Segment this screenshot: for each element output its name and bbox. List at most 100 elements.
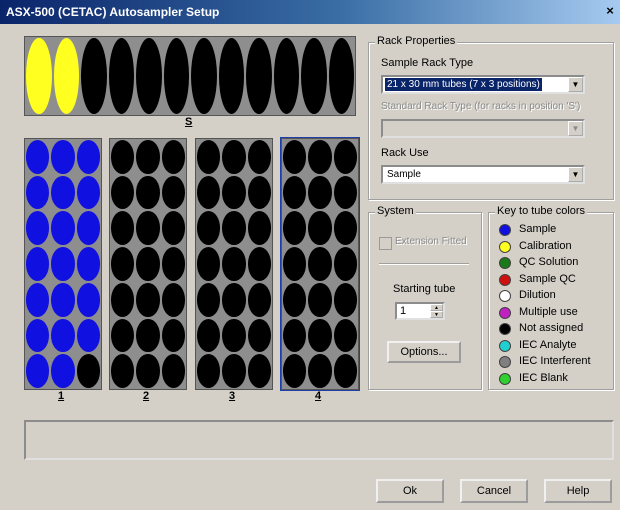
rack-tube[interactable] (111, 140, 135, 174)
standard-tube[interactable] (81, 38, 107, 114)
rack-tube[interactable] (308, 282, 332, 317)
options-button[interactable]: Options... (387, 341, 461, 363)
standard-tube[interactable] (136, 38, 162, 114)
rack-tube[interactable] (308, 247, 332, 281)
rack-tube[interactable] (283, 211, 307, 246)
rack-tube[interactable] (333, 247, 357, 281)
rack-tube[interactable] (247, 282, 271, 317)
rack-tube[interactable] (283, 354, 307, 388)
rack-tube[interactable] (136, 211, 160, 246)
rack-tube[interactable] (76, 247, 100, 281)
rack-tube[interactable] (333, 140, 357, 174)
rack-tube[interactable] (283, 247, 307, 281)
rack-tube[interactable] (111, 211, 135, 246)
rack-tube[interactable] (76, 140, 100, 174)
rack-tube[interactable] (222, 211, 246, 246)
rack-tube[interactable] (51, 282, 75, 317)
rack-tube[interactable] (51, 175, 75, 210)
rack-tube[interactable] (51, 140, 75, 174)
rack-tube[interactable] (308, 318, 332, 353)
rack-tube[interactable] (333, 354, 357, 388)
rack-tube[interactable] (111, 282, 135, 317)
rack-tube[interactable] (51, 211, 75, 246)
rack-tube[interactable] (111, 354, 135, 388)
rack-tube[interactable] (222, 247, 246, 281)
standard-tube[interactable] (191, 38, 217, 114)
rack-tube[interactable] (247, 354, 271, 388)
rack-tube[interactable] (51, 318, 75, 353)
cancel-button[interactable]: Cancel (460, 479, 528, 503)
rack-tube[interactable] (161, 211, 185, 246)
rack-tube[interactable] (161, 318, 185, 353)
rack-tube[interactable] (161, 282, 185, 317)
rack-tube[interactable] (26, 354, 50, 388)
rack-tube[interactable] (197, 247, 221, 281)
chevron-down-icon[interactable]: ▼ (568, 77, 583, 92)
rack-tube[interactable] (197, 140, 221, 174)
rack-tube[interactable] (161, 175, 185, 210)
rack-tube[interactable] (247, 175, 271, 210)
rack-tube[interactable] (161, 354, 185, 388)
help-button[interactable]: Help (544, 479, 612, 503)
rack-tube[interactable] (222, 175, 246, 210)
ok-button[interactable]: Ok (376, 479, 444, 503)
standard-tube[interactable] (273, 38, 299, 114)
close-icon[interactable]: × (602, 3, 618, 19)
rack-tube[interactable] (76, 175, 100, 210)
rack-tube[interactable] (333, 282, 357, 317)
rack-tube[interactable] (283, 282, 307, 317)
rack-tube[interactable] (333, 175, 357, 210)
rack-tube[interactable] (308, 211, 332, 246)
spinner-down-icon[interactable]: ▼ (430, 311, 443, 318)
rack-tube[interactable] (308, 175, 332, 210)
rack-tube[interactable] (51, 354, 75, 388)
rack-tube[interactable] (136, 318, 160, 353)
rack-tube[interactable] (76, 354, 100, 388)
rack-tube[interactable] (161, 247, 185, 281)
standard-tube[interactable] (301, 38, 327, 114)
rack-tube[interactable] (247, 211, 271, 246)
rack-tube[interactable] (136, 140, 160, 174)
rack-tube[interactable] (51, 247, 75, 281)
rack-2[interactable] (109, 138, 187, 390)
standard-tube[interactable] (218, 38, 244, 114)
standard-tube[interactable] (246, 38, 272, 114)
rack-tube[interactable] (76, 282, 100, 317)
rack-tube[interactable] (76, 318, 100, 353)
rack-tube[interactable] (26, 247, 50, 281)
rack-tube[interactable] (308, 140, 332, 174)
rack-tube[interactable] (26, 282, 50, 317)
spinner-up-icon[interactable]: ▲ (430, 304, 443, 311)
rack-3[interactable] (195, 138, 273, 390)
rack-tube[interactable] (197, 211, 221, 246)
rack-tube[interactable] (111, 318, 135, 353)
standard-tube[interactable] (328, 38, 354, 114)
rack-tube[interactable] (26, 318, 50, 353)
standard-tube[interactable] (108, 38, 134, 114)
rack-4[interactable] (280, 137, 360, 391)
rack-tube[interactable] (161, 140, 185, 174)
rack-1[interactable] (24, 138, 102, 390)
rack-tube[interactable] (136, 247, 160, 281)
rack-tube[interactable] (136, 354, 160, 388)
rack-tube[interactable] (136, 175, 160, 210)
starting-tube-value[interactable]: 1 (400, 305, 406, 317)
rack-tube[interactable] (247, 247, 271, 281)
standard-tube[interactable] (163, 38, 189, 114)
rack-tube[interactable] (247, 318, 271, 353)
rack-tube[interactable] (333, 318, 357, 353)
rack-tube[interactable] (308, 354, 332, 388)
rack-tube[interactable] (197, 282, 221, 317)
rack-tube[interactable] (222, 354, 246, 388)
rack-tube[interactable] (76, 211, 100, 246)
rack-tube[interactable] (197, 354, 221, 388)
sample-rack-type-select[interactable]: 21 x 30 mm tubes (7 x 3 positions) ▼ (381, 75, 585, 94)
rack-tube[interactable] (222, 282, 246, 317)
rack-tube[interactable] (26, 175, 50, 210)
rack-tube[interactable] (247, 140, 271, 174)
rack-tube[interactable] (283, 318, 307, 353)
rack-tube[interactable] (136, 282, 160, 317)
standard-tube[interactable] (26, 38, 52, 114)
rack-tube[interactable] (283, 140, 307, 174)
rack-tube[interactable] (111, 175, 135, 210)
